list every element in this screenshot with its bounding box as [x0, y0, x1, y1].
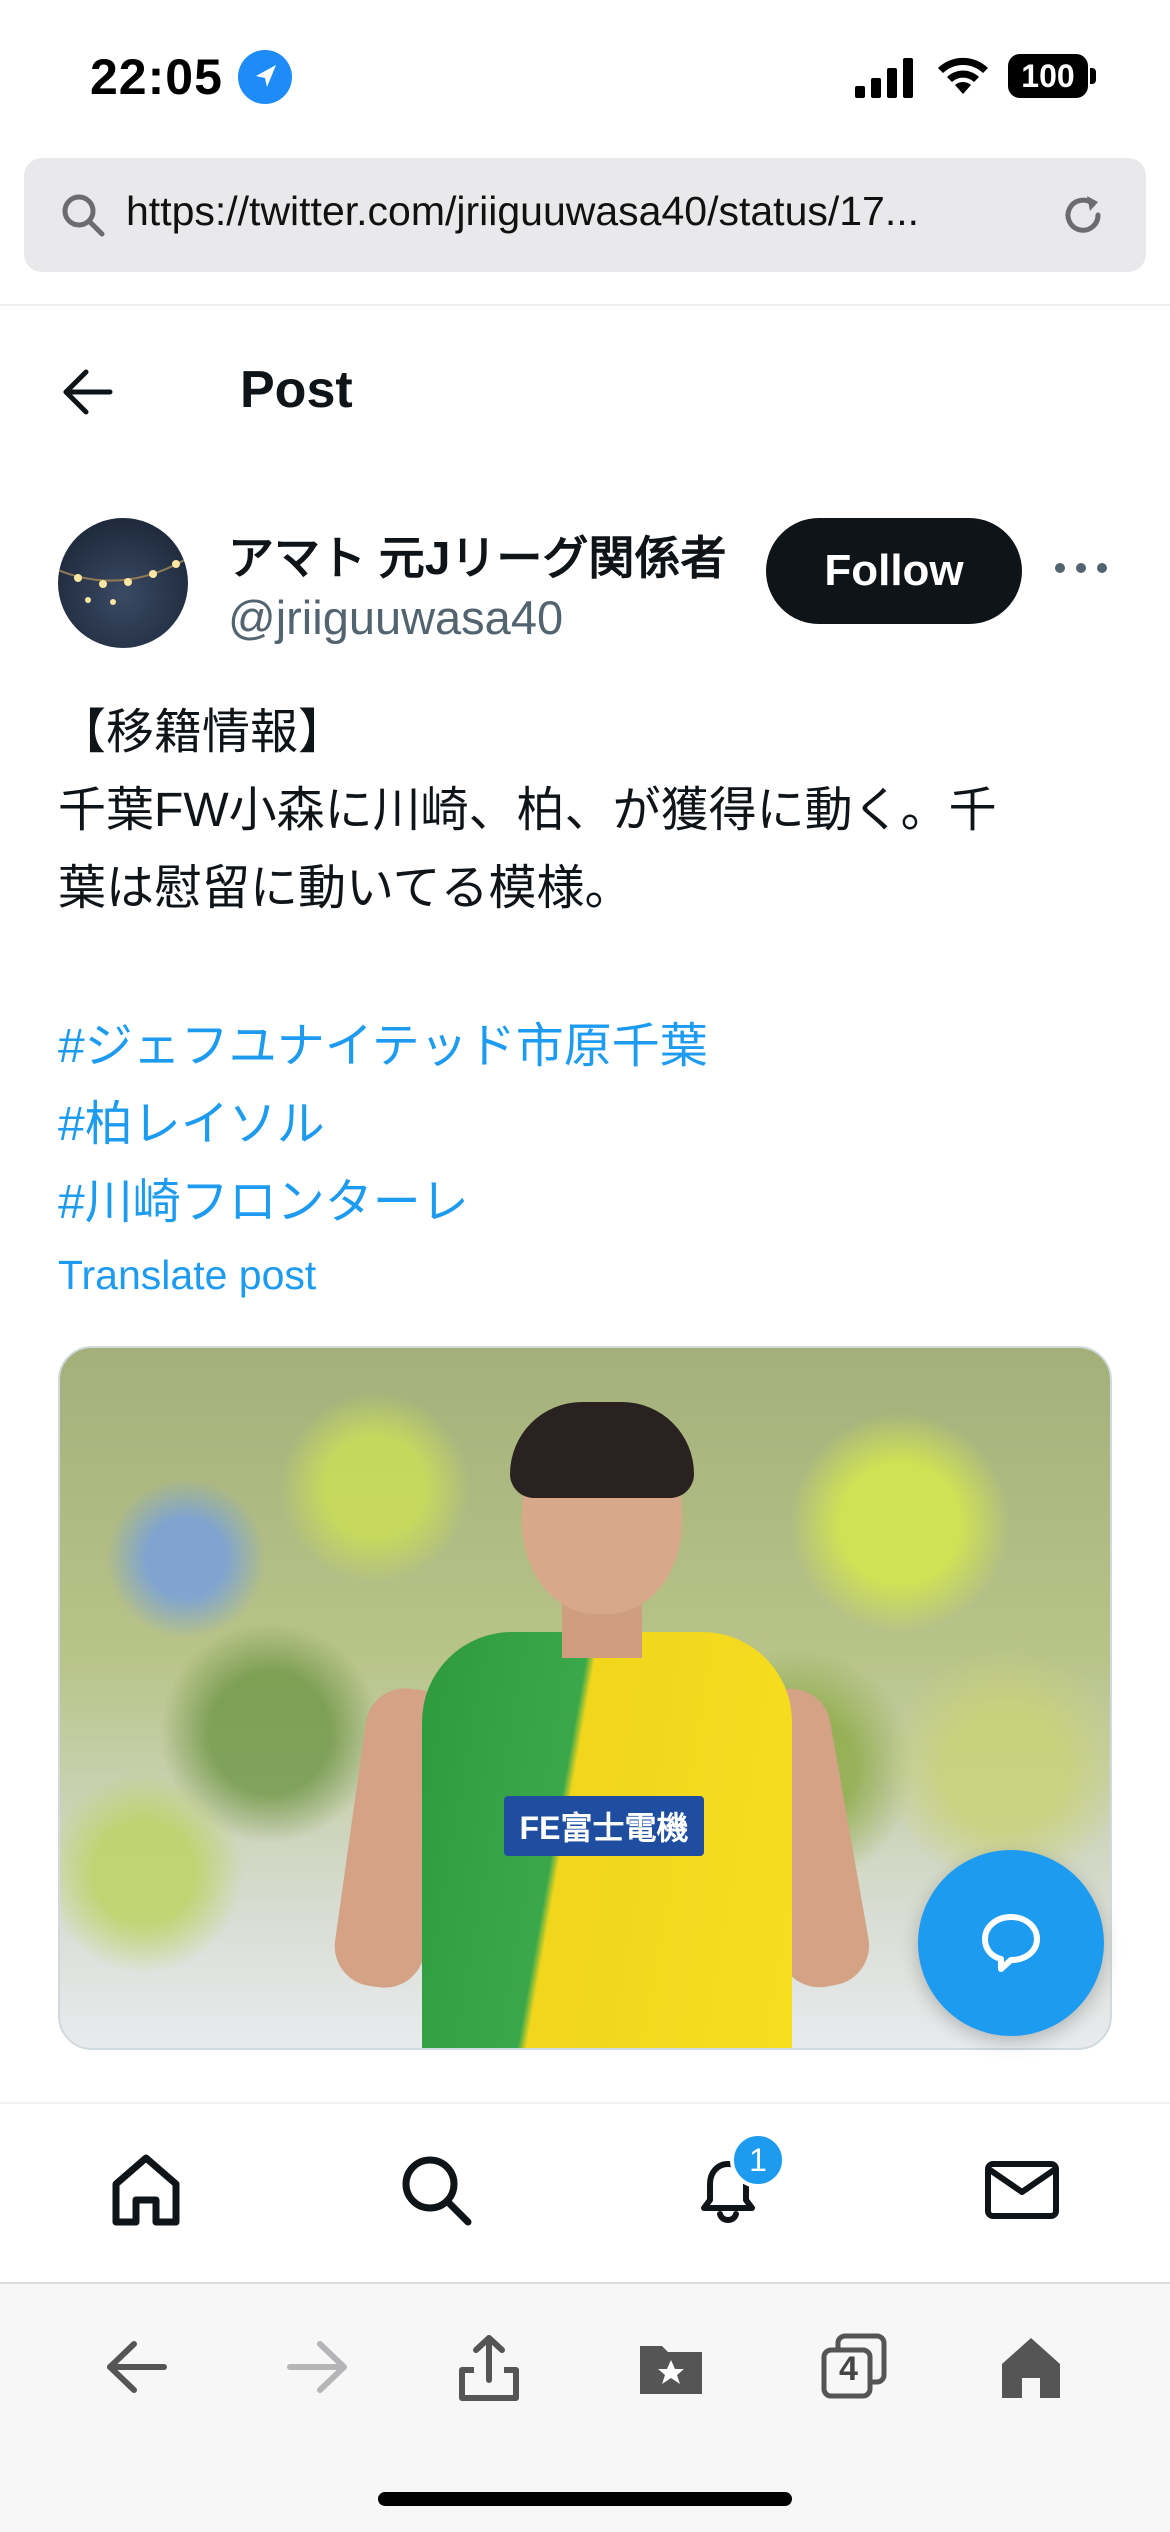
battery-indicator: 100 [1008, 54, 1088, 98]
compose-reply-button[interactable] [918, 1850, 1104, 2036]
wifi-icon [938, 57, 988, 94]
status-bar: 22:05 100 [0, 0, 1170, 150]
tweet-line: 千葉FW小森に川崎、柏、が獲得に動く。千 [58, 784, 997, 837]
browser-back-icon[interactable] [100, 2330, 174, 2404]
cellular-signal-icon [855, 58, 913, 98]
jersey-sponsor: FE富士電機 [504, 1796, 704, 1856]
avatar[interactable] [58, 518, 188, 648]
hashtag-link[interactable]: #川崎フロンターレ [58, 1164, 708, 1242]
player-hair [510, 1402, 694, 1498]
browser-home-icon[interactable] [994, 2330, 1068, 2404]
tweet-line: 【移籍情報】 [58, 706, 347, 759]
more-options-icon[interactable] [1052, 556, 1110, 580]
translate-post-link[interactable]: Translate post [58, 1252, 316, 1299]
author-handle[interactable]: @jriiguuwasa40 [228, 590, 563, 645]
tab-count: 4 [839, 2350, 858, 2388]
explore-search-icon[interactable] [394, 2148, 478, 2232]
tweet-text: 【移籍情報】 千葉FW小森に川崎、柏、が獲得に動く。千 葉は慰留に動いてる模様。 [58, 694, 1128, 928]
hashtag-link[interactable]: #柏レイソル [58, 1086, 708, 1164]
battery-cap [1090, 68, 1096, 84]
reply-bubble-icon [982, 1914, 1040, 1972]
browser-forward-icon[interactable] [280, 2330, 354, 2404]
home-icon[interactable] [104, 2148, 188, 2232]
home-indicator [378, 2492, 792, 2506]
location-arrow-icon [238, 50, 292, 104]
status-time: 22:05 [90, 49, 223, 105]
messages-envelope-icon[interactable] [980, 2148, 1064, 2232]
follow-button[interactable]: Follow [766, 518, 1022, 624]
search-icon [62, 194, 105, 237]
page-title: Post [240, 361, 353, 419]
tweet-line: 葉は慰留に動いてる模様。 [58, 862, 633, 915]
tab-bar-divider [0, 2102, 1170, 2104]
hashtag-link[interactable]: #ジェフユナイテッド市原千葉 [58, 1008, 708, 1086]
bookmarks-folder-icon[interactable] [634, 2330, 708, 2404]
url-text[interactable]: https://twitter.com/jriiguuwasa40/status… [126, 188, 1056, 235]
avatar-lights-icon [58, 557, 188, 605]
address-bar[interactable]: https://twitter.com/jriiguuwasa40/status… [24, 158, 1146, 272]
reload-icon[interactable] [1056, 188, 1110, 242]
author-display-name[interactable]: アマト 元Jリーグ関係者 [228, 522, 726, 588]
notification-badge: 1 [730, 2132, 786, 2188]
share-icon[interactable] [452, 2330, 526, 2404]
back-arrow-icon[interactable] [58, 362, 118, 422]
divider [0, 304, 1170, 306]
hashtag-list: #ジェフユナイテッド市原千葉 #柏レイソル #川崎フロンターレ [58, 1008, 708, 1242]
